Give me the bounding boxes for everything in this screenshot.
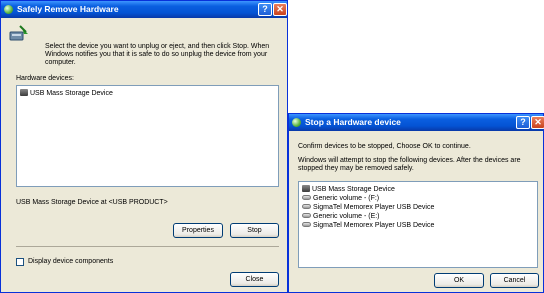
devices-to-stop-list[interactable]: USB Mass Storage Device Generic volume -… (298, 181, 538, 268)
device-label: USB Mass Storage Device (30, 90, 113, 97)
list-item[interactable]: USB Mass Storage Device (302, 185, 395, 194)
drive-icon (302, 222, 311, 227)
warning-line-1: Windows will attempt to stop the followi… (298, 157, 521, 164)
instructions-line-3: computer. (45, 59, 76, 66)
hardware-icon (292, 118, 301, 127)
instructions-line-1: Select the device you want to unplug or … (45, 43, 270, 50)
title-bar[interactable]: Stop a Hardware device (289, 114, 543, 131)
drive-icon (302, 195, 311, 200)
drive-icon (302, 213, 311, 218)
stop-hardware-device-window: Stop a Hardware device ? ✕ Confirm devic… (288, 113, 544, 293)
cancel-button[interactable]: Cancel (490, 273, 539, 288)
device-label: SigmaTel Memorex Player USB Device (313, 204, 435, 211)
list-item[interactable]: SigmaTel Memorex Player USB Device (302, 221, 434, 230)
device-location-text: USB Mass Storage Device at <USB PRODUCT> (16, 199, 168, 206)
window-title: Safely Remove Hardware (17, 4, 119, 14)
display-components-label: Display device components (28, 258, 114, 265)
list-item[interactable]: Generic volume - (F:) (302, 194, 379, 203)
confirm-text: Confirm devices to be stopped, Choose OK… (298, 143, 471, 150)
device-label: SigmaTel Memorex Player USB Device (313, 222, 435, 229)
help-button[interactable]: ? (258, 3, 272, 16)
close-button[interactable]: Close (230, 272, 279, 287)
close-window-button[interactable]: ✕ (531, 116, 544, 129)
device-label: Generic volume - (F:) (313, 195, 380, 202)
safely-remove-hardware-window: Safely Remove Hardware ? ✕ Select the de… (0, 0, 288, 293)
ok-button[interactable]: OK (434, 273, 484, 288)
stop-button[interactable]: Stop (230, 223, 279, 238)
hardware-devices-label: Hardware devices: (16, 75, 74, 82)
device-label: USB Mass Storage Device (312, 186, 395, 193)
hardware-icon (4, 5, 13, 14)
close-window-button[interactable]: ✕ (273, 3, 287, 16)
title-bar[interactable]: Safely Remove Hardware (1, 1, 287, 18)
instructions-line-2: Windows notifies you that it is safe to … (45, 51, 268, 58)
list-item[interactable]: USB Mass Storage Device (20, 89, 113, 98)
hardware-devices-list[interactable]: USB Mass Storage Device (16, 85, 279, 187)
list-item[interactable]: Generic volume - (E:) (302, 212, 380, 221)
warning-line-2: stopped they may be removed safely. (298, 165, 414, 172)
help-button[interactable]: ? (516, 116, 530, 129)
drive-icon (302, 204, 311, 209)
usb-icon (20, 89, 28, 96)
device-label: Generic volume - (E:) (313, 213, 380, 220)
safely-remove-hardware-icon (9, 25, 28, 41)
usb-icon (302, 185, 310, 192)
divider (16, 246, 279, 247)
display-components-checkbox[interactable] (16, 258, 24, 266)
properties-button[interactable]: Properties (173, 223, 223, 238)
list-item[interactable]: SigmaTel Memorex Player USB Device (302, 203, 434, 212)
window-title: Stop a Hardware device (305, 117, 401, 127)
